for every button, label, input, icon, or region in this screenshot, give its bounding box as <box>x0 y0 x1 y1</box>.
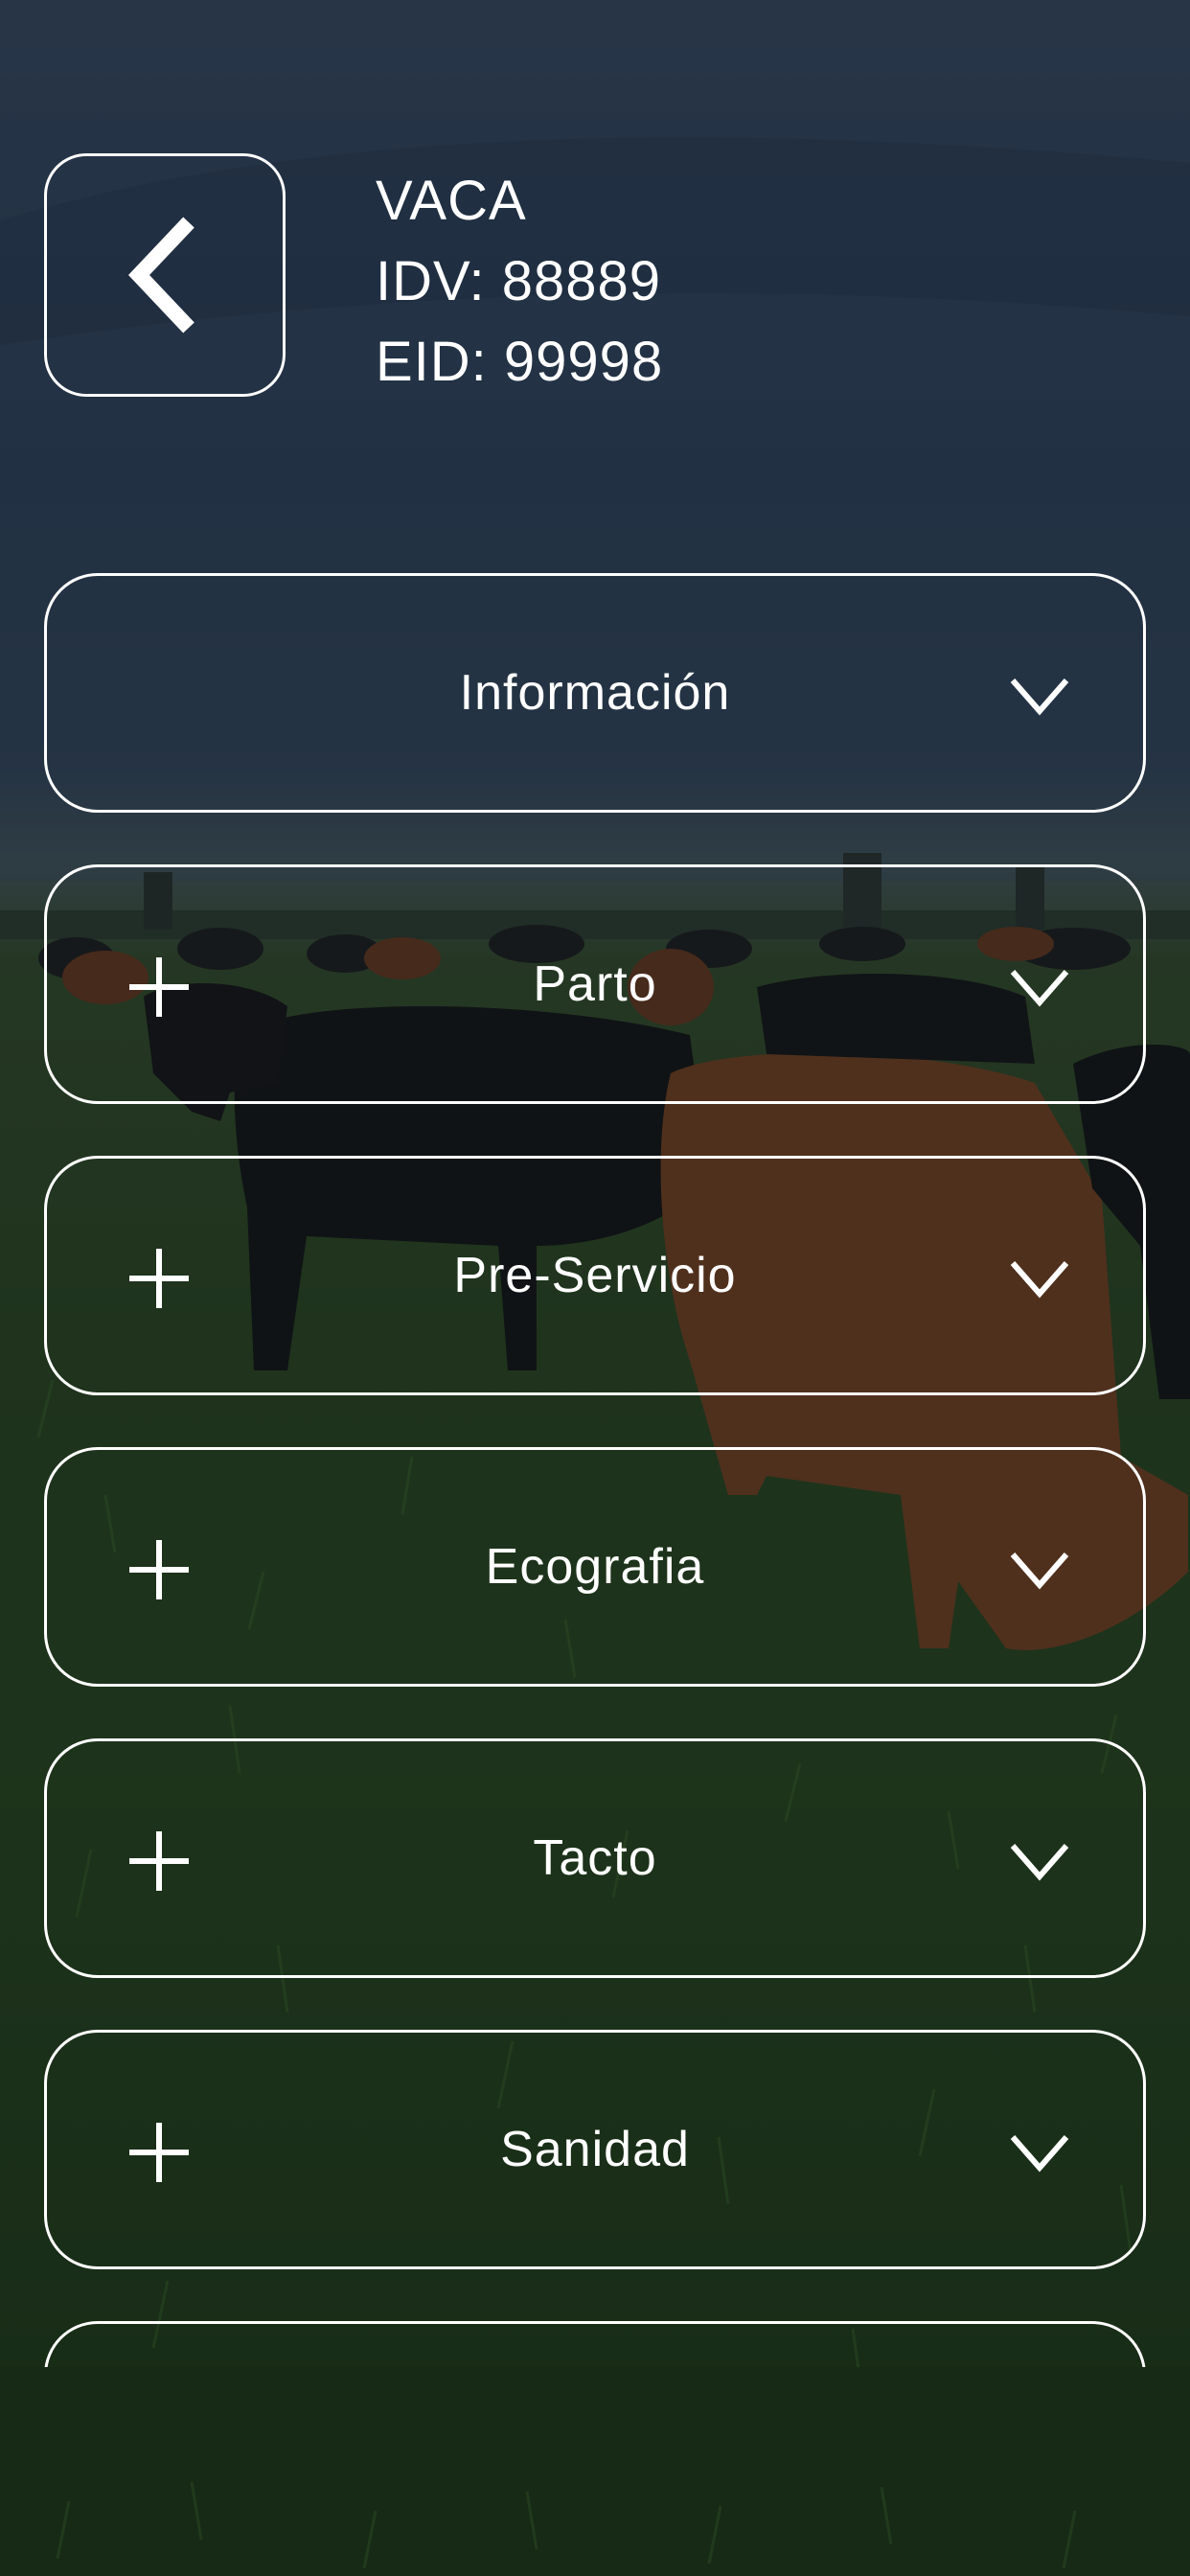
section-tacto[interactable]: Tacto <box>44 1738 1146 1978</box>
section-sanidad[interactable]: Sanidad <box>44 2030 1146 2269</box>
section-label: Pre-Servicio <box>453 1248 737 1303</box>
back-button[interactable] <box>44 153 286 397</box>
section-label: Ecografia <box>485 1539 705 1595</box>
chevron-left-icon <box>127 217 195 334</box>
section-parto[interactable]: Parto <box>44 864 1146 1104</box>
chevron-down-icon[interactable] <box>1009 1547 1070 1593</box>
section-ecografia[interactable]: Ecografia <box>44 1447 1146 1687</box>
animal-idv: IDV: 88889 <box>376 250 662 312</box>
animal-type: VACA <box>376 170 527 232</box>
section-label: Sanidad <box>500 2122 690 2177</box>
chevron-down-icon[interactable] <box>1009 673 1070 719</box>
section-pre-servicio[interactable]: Pre-Servicio <box>44 1156 1146 1395</box>
animal-eid: EID: 99998 <box>376 331 664 393</box>
chevron-down-icon[interactable] <box>1009 2129 1070 2175</box>
section-label: Parto <box>533 956 657 1012</box>
chevron-down-icon[interactable] <box>1009 964 1070 1010</box>
scroll-clip-area <box>0 2367 1190 2576</box>
chevron-down-icon[interactable] <box>1009 1255 1070 1301</box>
chevron-down-icon[interactable] <box>1009 1838 1070 1884</box>
section-informacion[interactable]: Información <box>44 573 1146 813</box>
animal-info: VACA IDV: 88889 EID: 99998 <box>376 161 663 402</box>
section-label: Información <box>459 665 731 721</box>
section-label: Tacto <box>533 1830 657 1886</box>
